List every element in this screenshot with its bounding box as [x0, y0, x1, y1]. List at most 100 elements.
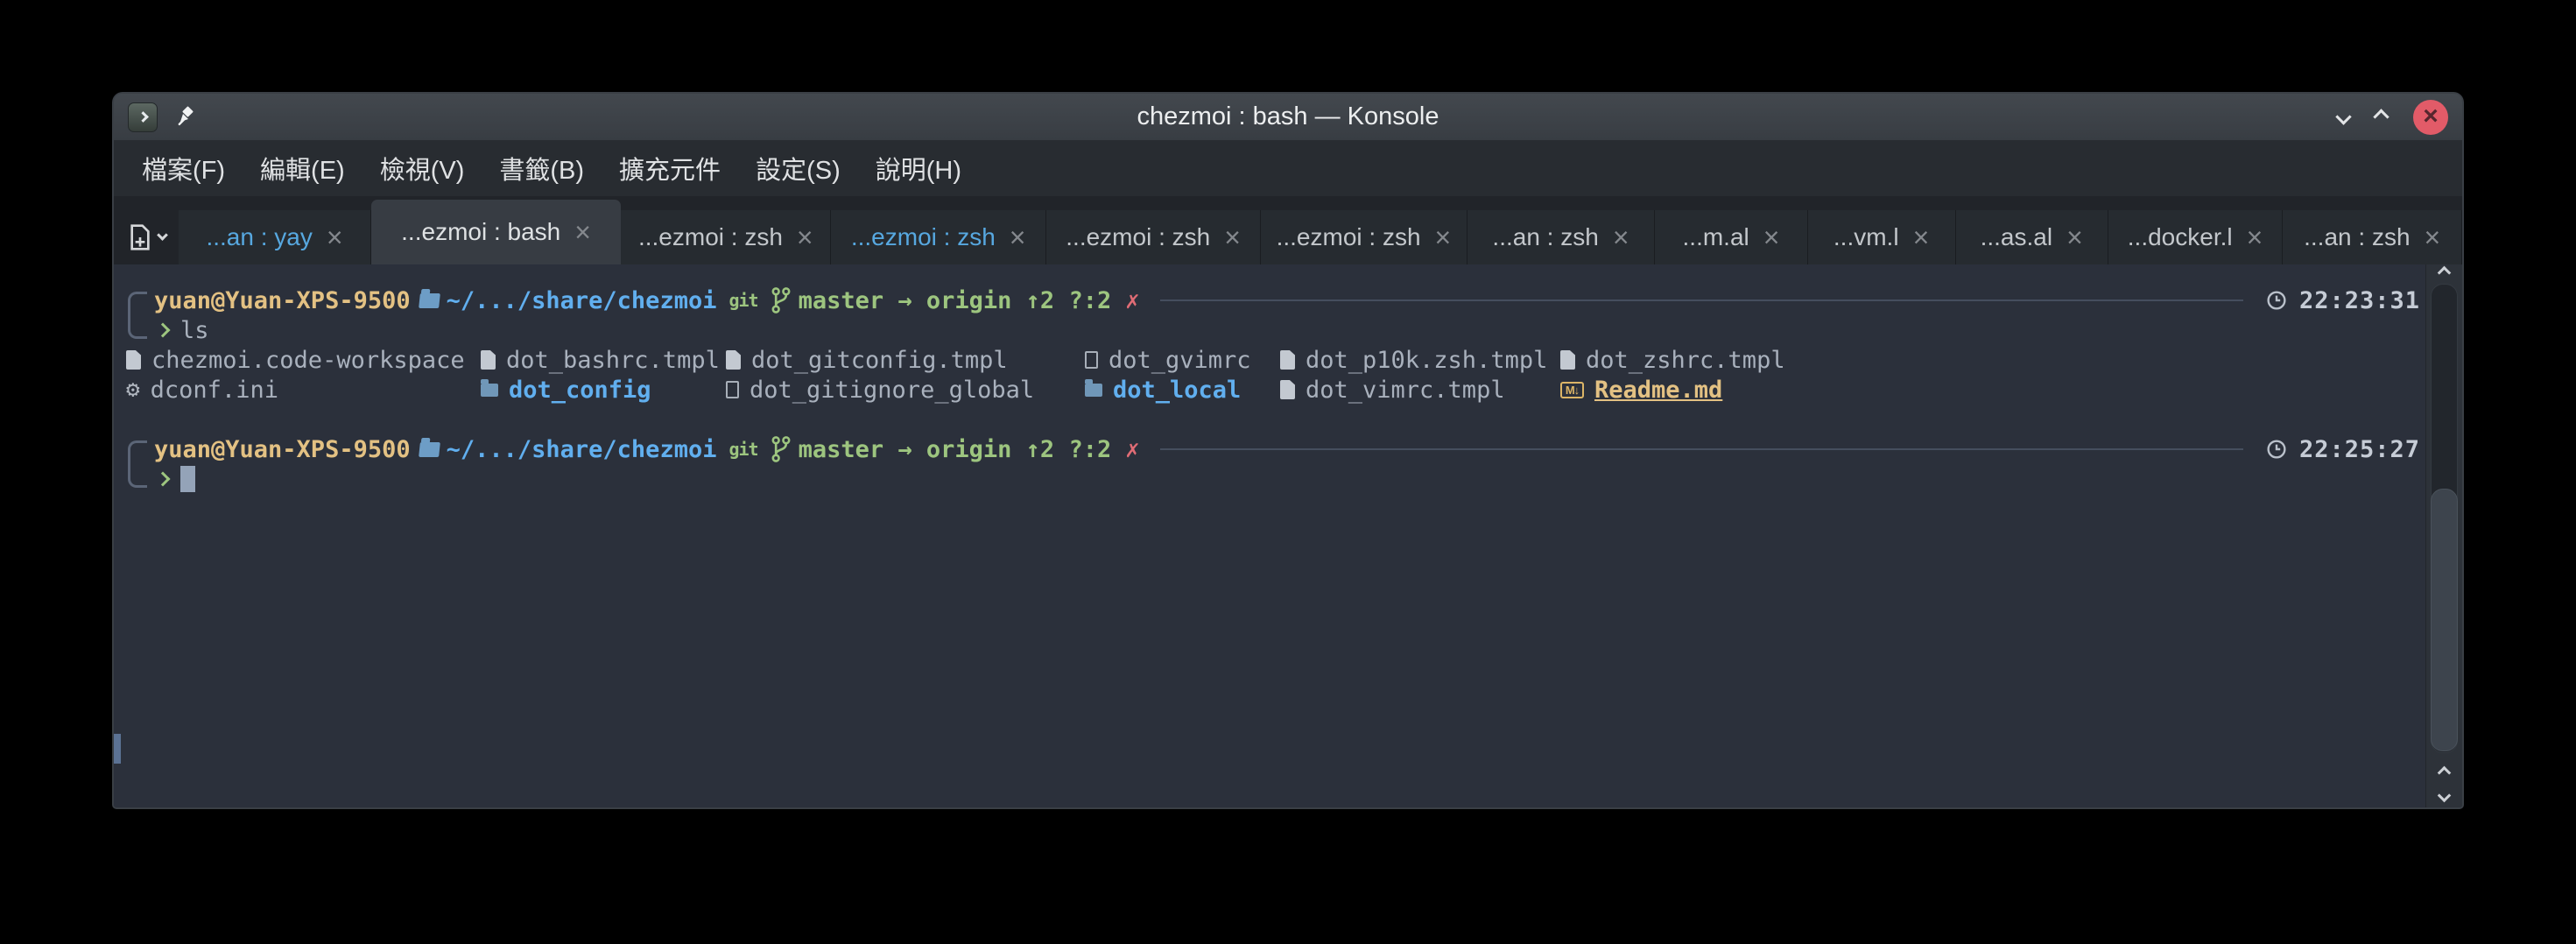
- markdown-icon: M↓: [1560, 382, 1584, 398]
- close-button[interactable]: ×: [2413, 100, 2448, 135]
- prompt-chevron-icon: [156, 323, 171, 338]
- file-outline-icon: [726, 381, 739, 398]
- terminal-prompt-glyph-icon: [137, 111, 149, 123]
- ls-entry: M↓Readme.md: [1560, 375, 2420, 405]
- tab-close-icon[interactable]: ×: [2425, 223, 2441, 251]
- file-icon: [481, 350, 496, 370]
- minimize-icon[interactable]: [2335, 109, 2351, 124]
- git-status-text: master → origin ↑2 ?:2: [799, 287, 1112, 314]
- terminal-content: yuan@Yuan-XPS-9500 ~/.../share/chezmoi g…: [114, 264, 2425, 807]
- tab-close-icon[interactable]: ×: [2247, 223, 2263, 251]
- ls-entry: dot_gitconfig.tmpl: [726, 345, 1085, 375]
- tab-chezmoi-bash[interactable]: ...ezmoi : bash×: [371, 200, 621, 264]
- ls-entry: dot_config: [481, 375, 726, 405]
- exit-status-mark: ✗: [1125, 287, 1139, 314]
- tab-docker-l[interactable]: ...docker.l×: [2108, 210, 2284, 264]
- ls-entry: dot_p10k.zsh.tmpl: [1280, 345, 1560, 375]
- ls-entry: dot_local: [1085, 375, 1280, 405]
- file-icon: [1560, 350, 1575, 370]
- prompt-separator-line: [1160, 299, 2242, 301]
- clock-icon: [2266, 290, 2287, 311]
- tab-close-icon[interactable]: ×: [1010, 223, 1026, 251]
- terminal-view[interactable]: yuan@Yuan-XPS-9500 ~/.../share/chezmoi g…: [114, 264, 2462, 807]
- git-branch-icon: [771, 435, 792, 463]
- prompt-path: ~/.../share/chezmoi: [447, 436, 717, 463]
- scroll-position-marker: [114, 734, 121, 764]
- tab-bar: ...an : yay× ...ezmoi : bash× ...ezmoi :…: [114, 196, 2462, 264]
- prompt-block-1: yuan@Yuan-XPS-9500 ~/.../share/chezmoi g…: [126, 285, 2420, 345]
- scroll-up-icon[interactable]: [2438, 266, 2452, 280]
- folder-open-icon: [419, 442, 440, 457]
- tab-close-icon[interactable]: ×: [1763, 223, 1780, 251]
- git-logo-icon: git: [728, 290, 757, 311]
- menu-settings[interactable]: 設定(S): [738, 150, 858, 187]
- menu-bookmarks[interactable]: 書籤(B): [482, 150, 602, 187]
- tab-an-yay[interactable]: ...an : yay×: [179, 210, 371, 264]
- tab-an-zsh-2[interactable]: ...an : zsh×: [2283, 210, 2462, 264]
- new-tab-dropdown-icon[interactable]: [157, 229, 168, 241]
- konsole-app-icon: [128, 102, 158, 132]
- tab-vm-l[interactable]: ...vm.l×: [1808, 210, 1956, 264]
- prompt-path: ~/.../share/chezmoi: [447, 287, 717, 314]
- prompt-user-host: yuan@Yuan-XPS-9500: [154, 287, 411, 314]
- terminal-cursor: [180, 466, 195, 492]
- menu-help[interactable]: 說明(H): [858, 150, 979, 187]
- prompt-block-2: yuan@Yuan-XPS-9500 ~/.../share/chezmoi g…: [126, 434, 2420, 494]
- close-icon: ×: [2423, 103, 2439, 130]
- ls-entry: dot_gitignore_global: [726, 375, 1085, 405]
- prompt-bracket: [128, 292, 147, 339]
- tab-close-icon[interactable]: ×: [1613, 223, 1629, 251]
- prompt-chevron-icon: [156, 472, 171, 487]
- scrollbar[interactable]: [2425, 264, 2462, 807]
- tab-close-icon[interactable]: ×: [574, 218, 591, 246]
- menu-file[interactable]: 檔案(F): [124, 150, 243, 187]
- command-text: ls: [180, 317, 209, 344]
- tab-close-icon[interactable]: ×: [1435, 223, 1452, 251]
- ls-entry: dot_bashrc.tmpl: [481, 345, 726, 375]
- pin-icon[interactable]: [173, 106, 196, 129]
- title-bar[interactable]: chezmoi : bash — Konsole ×: [114, 94, 2462, 140]
- ls-entry: dot_zshrc.tmpl: [1560, 345, 2420, 375]
- git-branch-icon: [771, 286, 792, 314]
- tab-m-al[interactable]: ...m.al×: [1655, 210, 1807, 264]
- tab-close-icon[interactable]: ×: [1224, 223, 1241, 251]
- ls-output: chezmoi.code-workspace dot_bashrc.tmpl d…: [126, 345, 2420, 405]
- clock-icon: [2266, 439, 2287, 460]
- gear-icon: ⚙: [126, 378, 140, 401]
- folder-icon: [481, 384, 498, 397]
- new-tab-button[interactable]: [114, 210, 179, 264]
- command-timestamp: 22:23:31: [2299, 287, 2420, 314]
- file-icon: [726, 350, 741, 370]
- exit-status-mark: ✗: [1125, 436, 1139, 463]
- ls-entry: chezmoi.code-workspace: [126, 345, 481, 375]
- file-icon: [1280, 380, 1295, 399]
- tab-chezmoi-zsh-2[interactable]: ...ezmoi : zsh×: [831, 210, 1045, 264]
- file-icon: [126, 350, 141, 370]
- tab-close-icon[interactable]: ×: [797, 223, 813, 251]
- new-tab-icon: [127, 223, 153, 251]
- scrollbar-thumb[interactable]: [2431, 489, 2458, 751]
- maximize-icon[interactable]: [2373, 109, 2389, 124]
- tab-as-al[interactable]: ...as.al×: [1956, 210, 2108, 264]
- konsole-window: chezmoi : bash — Konsole × 檔案(F) 編輯(E) 檢…: [114, 94, 2462, 807]
- command-timestamp: 22:25:27: [2299, 436, 2420, 463]
- git-logo-icon: git: [728, 439, 757, 460]
- prompt-user-host: yuan@Yuan-XPS-9500: [154, 436, 411, 463]
- ls-entry: dot_vimrc.tmpl: [1280, 375, 1560, 405]
- tab-close-icon[interactable]: ×: [327, 223, 343, 251]
- tab-chezmoi-zsh-3[interactable]: ...ezmoi : zsh×: [1046, 210, 1261, 264]
- tab-chezmoi-zsh-1[interactable]: ...ezmoi : zsh×: [621, 210, 831, 264]
- git-status-text: master → origin ↑2 ?:2: [799, 436, 1112, 463]
- menu-view[interactable]: 檢視(V): [362, 150, 482, 187]
- menu-plugins[interactable]: 擴充元件: [602, 150, 738, 187]
- tab-close-icon[interactable]: ×: [2066, 223, 2083, 251]
- prompt-separator-line: [1160, 448, 2242, 450]
- tab-chezmoi-zsh-4[interactable]: ...ezmoi : zsh×: [1261, 210, 1467, 264]
- file-outline-icon: [1085, 351, 1098, 369]
- menu-edit[interactable]: 編輯(E): [243, 150, 362, 187]
- menu-bar: 檔案(F) 編輯(E) 檢視(V) 書籤(B) 擴充元件 設定(S) 說明(H): [114, 140, 2462, 196]
- tab-an-zsh-1[interactable]: ...an : zsh×: [1467, 210, 1656, 264]
- scroll-up-icon[interactable]: [2438, 766, 2452, 780]
- tab-close-icon[interactable]: ×: [1913, 223, 1930, 251]
- scroll-down-icon[interactable]: [2438, 789, 2452, 803]
